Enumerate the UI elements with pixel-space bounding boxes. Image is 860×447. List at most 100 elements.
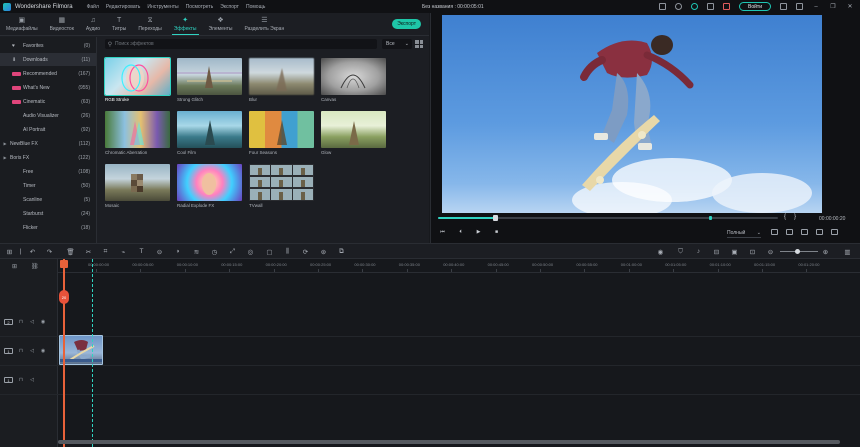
save-icon[interactable] [780, 3, 787, 10]
sidebar-item-scanline[interactable]: Scanline (5) [0, 193, 96, 206]
audio-track-icon[interactable]: ⊟ [712, 247, 721, 256]
sidebar-item-downloads[interactable]: ⬇ Downloads (11) [0, 53, 96, 66]
menu-view[interactable]: Посмотреть [186, 4, 214, 10]
layout-grid-icon[interactable]: ⊞ [5, 247, 14, 256]
undo-icon[interactable]: ↶ [28, 247, 37, 256]
playhead-marker[interactable]: 20 [59, 290, 69, 304]
playhead-handle[interactable] [60, 260, 68, 268]
lock-icon[interactable]: ⊓ [18, 377, 24, 383]
insert-icon[interactable]: ⊡ [748, 247, 757, 256]
rotate-icon[interactable]: ⟳ [301, 247, 310, 256]
effect-card-cool-film[interactable]: Cool Film [177, 111, 242, 155]
effect-card-strong-glitch[interactable]: Strong Glitch [177, 58, 242, 102]
lock-icon[interactable]: ⊓ [18, 319, 24, 325]
scrub-marker[interactable] [709, 216, 712, 220]
audio-mix-icon[interactable]: ≋ [192, 247, 201, 256]
menu-tools[interactable]: Инструменты [147, 4, 178, 10]
cart-icon[interactable] [723, 3, 730, 10]
color-icon[interactable]: ◑ [173, 247, 182, 256]
tab-titles[interactable]: T Титры [106, 17, 132, 35]
sidebar-item-starburst[interactable]: Starburst (24) [0, 207, 96, 220]
effect-card-four-seasons[interactable]: Four Seasons [249, 111, 314, 155]
tab-stock[interactable]: ▦ Видеосток [44, 17, 80, 35]
step-back-icon[interactable]: ⏮ [439, 229, 446, 235]
sidebar-item-recommended[interactable]: Recommended (167) [0, 67, 96, 80]
menu-edit[interactable]: Редактировать [106, 4, 141, 10]
caret-right-icon[interactable]: ▶ [0, 155, 10, 160]
sidebar-item-timer[interactable]: Timer (50) [0, 179, 96, 192]
tab-transitions[interactable]: ⧖ Переходы [132, 17, 167, 35]
tab-audio[interactable]: ♫ Аудио [80, 17, 106, 35]
render-icon[interactable]: ◉ [656, 247, 665, 256]
volume-icon[interactable] [801, 229, 808, 235]
sidebar-item-cinematic[interactable]: Cinematic (63) [0, 95, 96, 108]
time-ruler[interactable]: 00:00:00:00 00:00:05:00 00:00:10:00 00:00:1… [58, 259, 860, 273]
zoom-out-icon[interactable]: ⊖ [766, 247, 775, 256]
tag-icon[interactable]: ⌁ [119, 247, 128, 256]
crop-icon[interactable]: ⌗ [101, 247, 110, 256]
effect-card-tvwall[interactable]: TVwall [249, 164, 314, 208]
zoom-slider-handle[interactable] [795, 249, 800, 254]
pip-icon[interactable] [816, 229, 823, 235]
sidebar-item-whats-new[interactable]: What's New (955) [0, 81, 96, 94]
refresh-icon[interactable] [691, 3, 698, 10]
sidebar-item-favorites[interactable]: ♥ Favorites (0) [0, 39, 96, 52]
microphone-icon[interactable]: ♪ [694, 247, 703, 256]
filter-dropdown[interactable]: Все ⌄ [382, 39, 412, 49]
effect-card-glow[interactable]: Glow [321, 111, 386, 155]
menu-help[interactable]: Помощь [246, 4, 265, 10]
minimize-button[interactable]: – [812, 4, 820, 10]
tab-elements[interactable]: ❖ Элементы [203, 17, 239, 35]
headset-icon[interactable] [707, 3, 714, 10]
stop-icon[interactable]: ■ [493, 229, 500, 235]
redo-icon[interactable]: ↷ [45, 247, 54, 256]
effect-card-radial-explode[interactable]: Radial Explode FX [177, 164, 242, 208]
sidebar-item-newblue-fx[interactable]: ▶ NewBlue FX (112) [0, 137, 96, 150]
mail-icon[interactable] [796, 3, 803, 10]
shield-icon[interactable]: ⛉ [676, 247, 685, 256]
prev-frame-icon[interactable]: ⏴ [457, 229, 464, 235]
fullscreen-icon[interactable] [831, 229, 838, 235]
green-screen-icon[interactable]: ▢ [265, 247, 274, 256]
tab-effects[interactable]: ✦ Эффекты [168, 17, 203, 35]
eye-icon[interactable]: ◉ [40, 319, 46, 325]
close-button[interactable]: ✕ [846, 3, 854, 10]
timeline-settings-icon[interactable]: ▥ [843, 247, 852, 256]
in-out-marks-icon[interactable]: {} [784, 214, 804, 220]
speaker-icon[interactable]: ◁ [29, 348, 35, 354]
effect-card-mosaic[interactable]: Mosaic [105, 164, 170, 208]
lock-icon[interactable]: ⊓ [18, 348, 24, 354]
video-clip[interactable] [59, 335, 103, 365]
effect-card-rgb-stroke[interactable]: RGB Stroke [104, 57, 171, 102]
cut-icon[interactable]: ✂ [84, 247, 93, 256]
motion-icon[interactable]: ⊛ [319, 247, 328, 256]
export-button[interactable]: Экспорт [392, 19, 421, 29]
camera-snapshot-icon[interactable] [786, 229, 793, 235]
playhead[interactable] [63, 259, 65, 447]
playback-quality-dropdown[interactable]: Полный ⌄ [727, 229, 761, 238]
login-button[interactable]: Войти [739, 2, 771, 11]
add-track-icon[interactable]: ⊞ [12, 263, 17, 270]
sidebar-item-ai-portrait[interactable]: AI Portrait (92) [0, 123, 96, 136]
effect-card-canvas[interactable]: Canvas [321, 58, 386, 102]
effect-card-chromatic-aberration[interactable]: Chromatic Aberration [105, 111, 170, 155]
stabilize-icon[interactable]: ◎ [246, 247, 255, 256]
speed-icon[interactable]: ⊖ [155, 247, 164, 256]
scrub-handle[interactable] [492, 215, 498, 221]
speaker-icon[interactable]: ◁ [29, 319, 35, 325]
cloud-icon[interactable] [659, 3, 666, 10]
caret-right-icon[interactable]: ▶ [0, 141, 10, 146]
maximize-button[interactable]: ❐ [829, 3, 837, 10]
bulb-icon[interactable] [675, 3, 682, 10]
menu-file[interactable]: Файл [87, 4, 99, 10]
timeline-horizontal-scrollbar[interactable] [58, 440, 840, 444]
text-icon[interactable]: T [137, 247, 146, 256]
monitor-icon[interactable] [771, 229, 778, 235]
play-icon[interactable]: ▶ [475, 229, 482, 235]
zoom-in-icon[interactable]: ⊕ [821, 247, 830, 256]
search-input[interactable] [115, 41, 365, 47]
keyframe-icon[interactable]: ⧉ [337, 247, 346, 256]
snapshot-icon[interactable]: ▣ [730, 247, 739, 256]
fit-icon[interactable]: ⤢ [228, 247, 237, 256]
preview-scrub-bar[interactable] [438, 215, 778, 221]
